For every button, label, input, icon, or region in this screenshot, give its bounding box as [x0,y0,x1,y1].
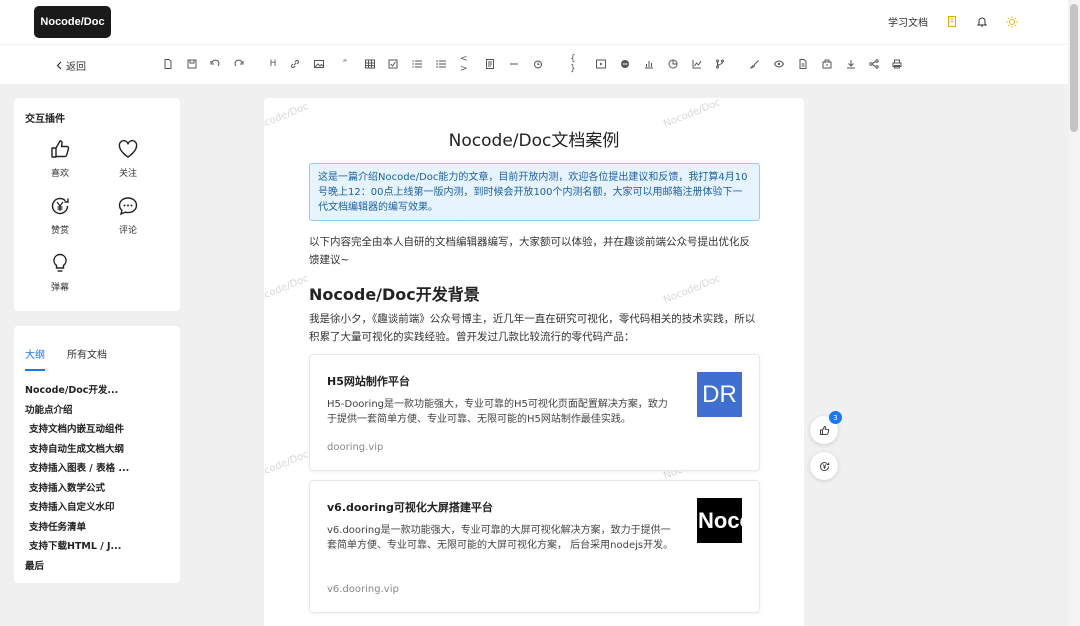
editor-toolbar: 返回 H ” < > { } [0,44,1068,84]
outline-item[interactable]: 支持文档内嵌互动组件 [25,421,173,441]
heart-icon [118,139,138,158]
new-file-icon[interactable] [162,58,174,70]
bar-chart-icon[interactable] [643,58,655,70]
app-logo[interactable]: Nocode/Doc [34,6,111,38]
alarm-icon[interactable] [532,58,544,70]
plugin-follow[interactable]: 关注 [103,138,153,179]
export-doc-icon[interactable] [797,58,809,70]
browser-icon[interactable] [619,58,631,70]
learn-docs-link[interactable]: 学习文档 [888,14,928,29]
preview-icon[interactable] [773,58,785,70]
image-icon[interactable] [313,58,325,70]
code-icon[interactable]: < > [460,54,472,74]
watermark: Nocode/Doc [264,449,311,482]
float-like-button[interactable]: 3 [810,411,842,444]
plugins-title: 交互插件 [25,114,65,125]
branch-icon[interactable] [714,58,726,70]
document-page[interactable]: Nocode/Doc Nocode/Doc Nocode/Doc Nocode/… [264,98,804,626]
plugin-comment-label: 评论 [118,226,137,236]
divider-icon[interactable] [508,58,520,70]
plugin-danmaku-label: 弹幕 [50,283,69,293]
plugin-comment[interactable]: 评论 [103,195,153,236]
share-icon[interactable] [868,58,880,70]
card-title: v6.dooring可视化大屏搭建平台 [327,501,493,514]
table-icon[interactable] [364,58,376,70]
top-header: Nocode/Doc 学习文档 [0,0,1068,44]
document-icon[interactable] [484,58,496,70]
comment-icon [118,197,138,216]
card-link[interactable]: dooring.vip [327,442,383,453]
notice-callout: 这是一篇介绍Nocode/Doc能力的文章，目前开放内测，欢迎各位提出建议和反馈… [309,163,760,221]
video-icon[interactable] [595,58,607,70]
thumbs-up-icon [51,140,70,158]
back-label: 返回 [66,62,86,73]
yuan-reward-icon [51,197,69,215]
watermark: Nocode/Doc [264,273,311,306]
checkbox-icon[interactable] [387,58,399,70]
quote-icon[interactable]: ” [339,58,351,70]
interaction-plugins-panel: 交互插件 喜欢 关注 赞赏 评论 弹幕 [14,98,180,311]
redo-icon[interactable] [233,58,245,70]
back-button[interactable]: 返回 [56,58,86,73]
yuan-reward-icon [819,461,829,471]
section-paragraph: 我是徐小夕，《趣谈前端》公众号博主，近几年一直在研究可视化，零代码相关的技术实践… [309,313,756,343]
line-chart-icon[interactable] [691,58,703,70]
outline-item[interactable]: 支持插入图表 / 表格 ... [25,460,173,480]
scrollbar-thumb[interactable] [1070,4,1078,132]
like-count-badge: 3 [829,411,842,424]
outline-tabs: 大纲 所有文档 [25,346,107,371]
outline-item[interactable]: 功能点介绍 [25,402,173,422]
link-icon[interactable] [289,58,301,70]
plugin-reward-label: 赞赏 [50,226,69,236]
card-description: v6.dooring是一款功能强大，专业可靠的大屏可视化解决方案，致力于提供一套… [327,525,674,551]
plugin-danmaku[interactable]: 弹幕 [35,252,85,293]
card-title: H5网站制作平台 [327,375,410,388]
outline-list: Nocode/Doc开发... 功能点介绍 支持文档内嵌互动组件 支持自动生成文… [25,382,173,577]
brush-icon[interactable] [749,58,761,70]
page-scrollbar[interactable] [1068,0,1080,626]
card-logo: DR [697,372,742,417]
bookmark-icon[interactable] [946,16,958,28]
print-icon[interactable] [891,58,903,70]
save-icon[interactable] [186,58,198,70]
heading-icon[interactable]: H [267,58,279,70]
outline-item[interactable]: Nocode/Doc开发... [25,382,173,402]
pie-chart-icon[interactable] [667,58,679,70]
download-icon[interactable] [845,58,857,70]
tab-outline[interactable]: 大纲 [25,346,45,371]
outline-item[interactable]: 支持插入数学公式 [25,480,173,500]
plugin-like-label: 喜欢 [50,169,69,179]
chevron-left-icon [56,61,62,70]
header-actions: 学习文档 [888,14,1018,29]
document-title: Nocode/Doc文档案例 [448,131,620,151]
outline-item[interactable]: 支持任务清单 [25,519,173,539]
bell-icon[interactable] [976,16,988,28]
link-card[interactable]: v6.dooring可视化大屏搭建平台 v6.dooring是一款功能强大，专业… [309,480,760,613]
plugin-follow-label: 关注 [118,169,137,179]
outline-item[interactable]: 支持插入自定义水印 [25,499,173,519]
plugin-reward[interactable]: 赞赏 [35,195,85,236]
template-icon[interactable] [821,58,833,70]
float-reward-button[interactable] [810,452,838,480]
outline-panel: 大纲 所有文档 Nocode/Doc开发... 功能点介绍 支持文档内嵌互动组件… [14,326,180,583]
link-card[interactable]: H5网站制作平台 H5-Dooring是一款功能强大，专业可靠的H5可视化页面配… [309,354,760,471]
outline-item[interactable]: 最后 [25,558,173,578]
card-logo: Noco [697,498,742,543]
braces-icon[interactable]: { } [570,54,582,74]
tab-all-docs[interactable]: 所有文档 [67,346,107,371]
section-heading: Nocode/Doc开发背景 [309,285,480,304]
undo-icon[interactable] [209,58,221,70]
plugin-like[interactable]: 喜欢 [35,138,85,179]
outline-item[interactable]: 支持下载HTML / J... [25,538,173,558]
bulb-icon [53,253,67,272]
card-link[interactable]: v6.dooring.vip [327,584,399,595]
bullet-list-icon[interactable] [435,58,447,70]
watermark: Nocode/Doc [662,273,723,306]
thumbs-up-icon [819,425,829,435]
intro-paragraph: 以下内容完全由本人自研的文档编辑器编写，大家额可以体验，并在趣谈前端公众号提出优… [309,236,750,266]
outline-item[interactable]: 支持自动生成文档大纲 [25,441,173,461]
sun-icon[interactable] [1006,16,1018,28]
card-description: H5-Dooring是一款功能强大，专业可靠的H5可视化页面配置解决方案，致力于… [327,399,668,425]
ordered-list-icon[interactable] [411,58,423,70]
